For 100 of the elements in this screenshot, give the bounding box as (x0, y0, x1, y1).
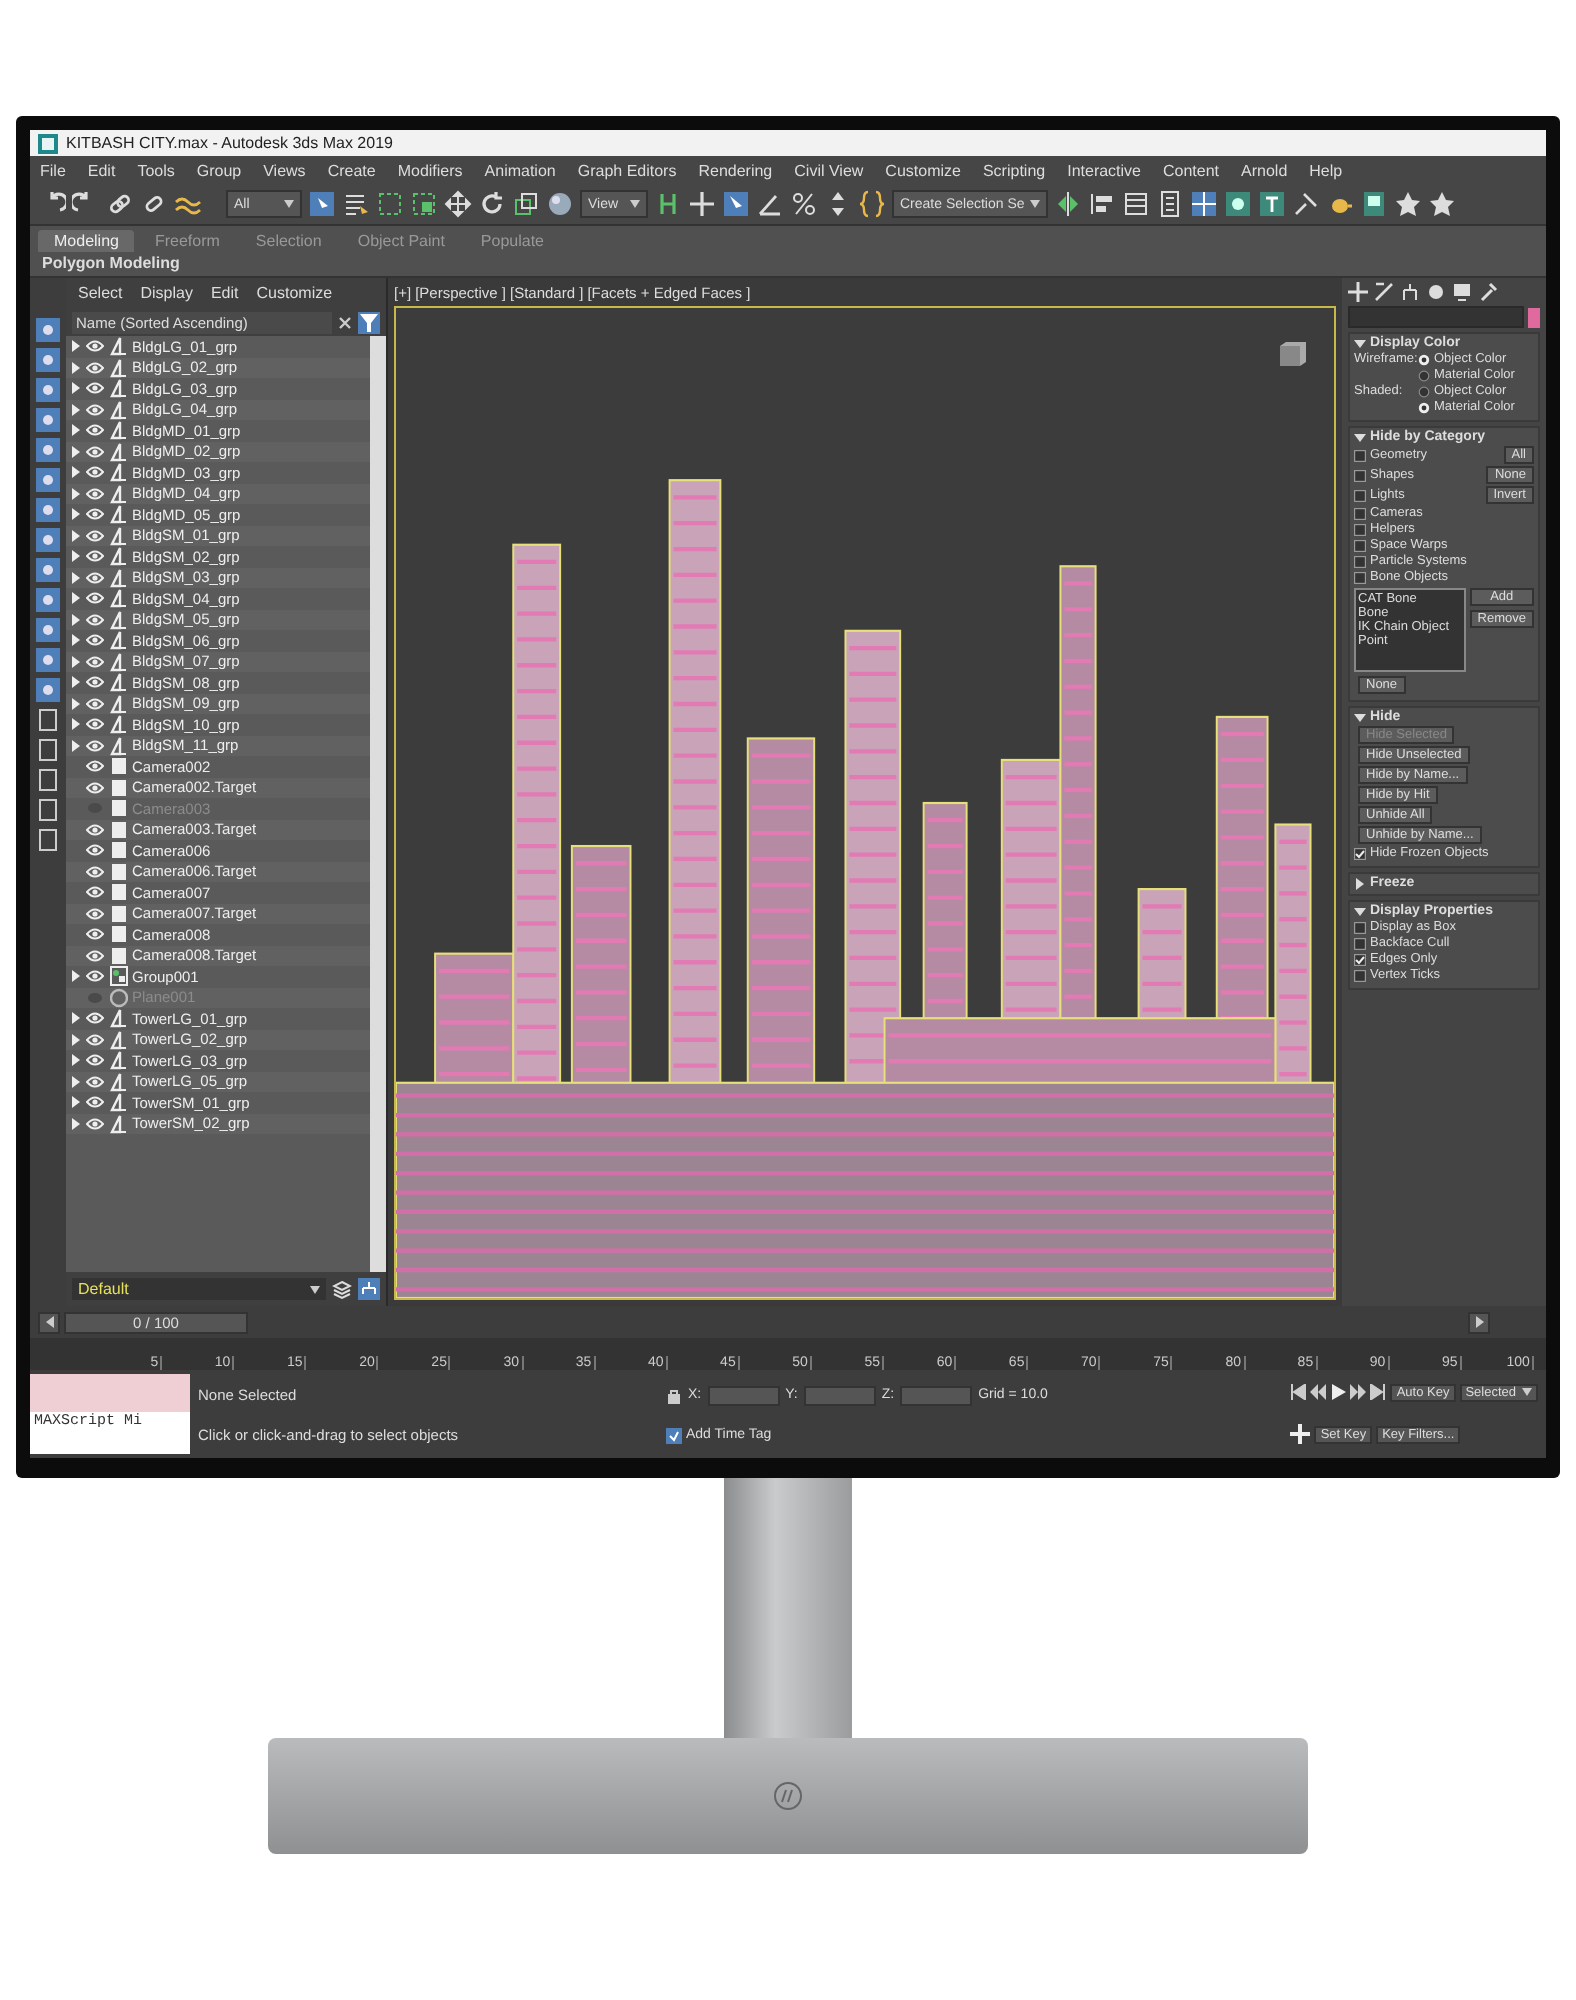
coordinate-field[interactable] (900, 1385, 973, 1405)
menu-item[interactable]: File (40, 161, 66, 179)
window-crossing-icon[interactable] (410, 190, 438, 218)
collapse-arrow-icon[interactable] (1354, 711, 1366, 723)
collapse-arrow-icon[interactable] (1354, 337, 1366, 349)
utilities-icon[interactable] (1478, 282, 1498, 302)
next-key-icon[interactable] (1350, 1384, 1367, 1401)
eye-icon[interactable] (86, 1096, 104, 1109)
lock-icon[interactable] (666, 1387, 682, 1403)
eye-icon[interactable] (86, 865, 104, 878)
prev-key-icon[interactable] (1310, 1384, 1327, 1401)
eye-icon[interactable] (86, 781, 104, 794)
checkbox-checked[interactable] (1354, 847, 1366, 859)
square-tool-icon[interactable] (36, 588, 60, 612)
eye-icon[interactable] (86, 1012, 104, 1025)
go-start-icon[interactable] (1290, 1384, 1307, 1401)
menu-item[interactable]: Graph Editors (577, 161, 677, 179)
snap-icon[interactable] (722, 190, 750, 218)
scrollbar[interactable] (370, 336, 386, 1272)
modify-icon[interactable] (1374, 282, 1394, 302)
checkbox[interactable] (1354, 523, 1366, 535)
checkbox[interactable] (1354, 969, 1366, 981)
document-icon[interactable] (36, 798, 60, 822)
select-by-name-icon[interactable] (342, 190, 370, 218)
menu-item[interactable]: Content (1163, 161, 1220, 179)
document-icon[interactable] (36, 738, 60, 762)
menu-item[interactable]: Civil View (794, 161, 864, 179)
eye-icon[interactable] (86, 844, 104, 857)
eye-icon[interactable] (86, 487, 104, 500)
ribbon-tab[interactable]: Modeling (38, 230, 135, 252)
region-select-icon[interactable] (376, 190, 404, 218)
expand-arrow-icon[interactable] (72, 970, 80, 983)
eye-icon[interactable] (86, 571, 104, 584)
eye-icon[interactable] (86, 1054, 104, 1067)
eye-icon[interactable] (86, 697, 104, 710)
layers-icon[interactable] (1122, 190, 1151, 218)
eye-icon[interactable] (86, 823, 104, 836)
viewcube-icon[interactable] (1278, 340, 1306, 368)
motion-icon[interactable] (1426, 282, 1446, 302)
render-setup-icon[interactable] (1292, 190, 1321, 218)
document-icon[interactable] (36, 828, 60, 852)
layers-icon[interactable] (332, 1279, 352, 1299)
menu-item[interactable]: Create (327, 161, 376, 179)
create-plus-icon[interactable] (1348, 282, 1368, 302)
eye-icon[interactable] (86, 1075, 104, 1088)
checkbox-checked[interactable] (1354, 953, 1366, 965)
menu-item[interactable]: Rendering (698, 161, 773, 179)
menu-item[interactable]: Help (1309, 161, 1343, 179)
square-tool-icon[interactable] (36, 558, 60, 582)
align-icon[interactable] (1088, 190, 1117, 218)
rotate-icon[interactable] (478, 190, 506, 218)
radio-on-icon[interactable] (1418, 401, 1430, 413)
eye-icon[interactable] (86, 403, 104, 416)
checkbox[interactable] (1354, 937, 1366, 949)
radio-off-icon[interactable] (1418, 369, 1430, 381)
eye-icon[interactable] (86, 970, 104, 983)
move-icon[interactable] (444, 190, 472, 218)
link-icon[interactable] (106, 190, 134, 218)
square-tool-icon[interactable] (36, 348, 60, 372)
square-tool-icon[interactable] (36, 438, 60, 462)
previous-frame-button[interactable] (38, 1311, 60, 1333)
star-icon[interactable] (1428, 190, 1457, 218)
eye-icon[interactable] (86, 907, 104, 920)
unlink-icon[interactable] (140, 190, 168, 218)
checkbox[interactable] (1354, 921, 1366, 933)
menu-item[interactable]: Group (196, 161, 242, 179)
menu-item[interactable]: Arnold (1241, 161, 1288, 179)
color-swatch[interactable] (1528, 307, 1540, 327)
square-tool-icon[interactable] (36, 378, 60, 402)
square-tool-icon[interactable] (36, 618, 60, 642)
explorer-menu[interactable]: Edit (210, 284, 239, 302)
radio-on-icon[interactable] (1418, 353, 1430, 365)
document-icon[interactable] (36, 708, 60, 732)
eye-icon[interactable] (86, 340, 104, 353)
menu-item[interactable]: Animation (484, 161, 556, 179)
collapse-arrow-icon[interactable] (1354, 905, 1366, 917)
star-icon[interactable] (1394, 190, 1423, 218)
explorer-menu[interactable]: Display (140, 284, 193, 302)
name-field[interactable] (1348, 306, 1524, 328)
menu-item[interactable]: Scripting (982, 161, 1046, 179)
checkbox[interactable] (1354, 469, 1366, 481)
eye-icon[interactable] (86, 550, 104, 563)
eye-icon[interactable] (86, 613, 104, 626)
braces-icon[interactable] (858, 190, 886, 218)
eye-icon[interactable] (86, 634, 104, 647)
checkbox[interactable] (1354, 539, 1366, 551)
square-tool-icon[interactable] (36, 678, 60, 702)
mirror-icon[interactable] (1054, 190, 1083, 218)
eye-icon[interactable] (86, 655, 104, 668)
square-tool-icon[interactable] (36, 468, 60, 492)
square-tool-icon[interactable] (36, 408, 60, 432)
eye-icon[interactable] (86, 760, 104, 773)
layer-dropdown[interactable]: Default (72, 1278, 326, 1300)
go-end-icon[interactable] (1370, 1384, 1387, 1401)
checkbox[interactable] (1354, 449, 1366, 461)
menu-item[interactable]: Interactive (1067, 161, 1141, 179)
document-icon[interactable] (36, 768, 60, 792)
checkbox[interactable] (1354, 571, 1366, 583)
collapse-arrow-icon[interactable] (1354, 431, 1366, 443)
eye-icon[interactable] (86, 382, 104, 395)
